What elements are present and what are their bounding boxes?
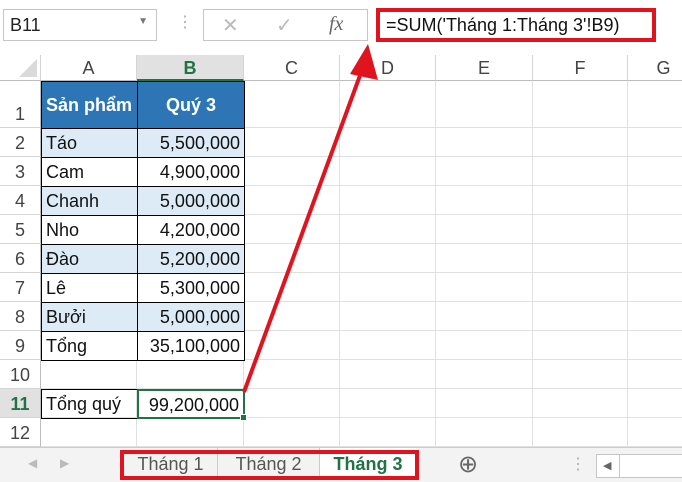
more-icon: ⋮ [570, 456, 586, 473]
horizontal-scrollbar[interactable]: ◀ [596, 454, 682, 478]
scroll-left-icon[interactable]: ◀ [28, 456, 37, 470]
annotation-arrow [242, 44, 378, 393]
scroll-right-icon[interactable]: ▶ [60, 456, 69, 470]
scroll-left-icon[interactable]: ◀ [603, 459, 611, 472]
add-sheet-icon[interactable]: ⊕ [458, 450, 478, 479]
sheet-tabs-highlight [120, 450, 419, 480]
